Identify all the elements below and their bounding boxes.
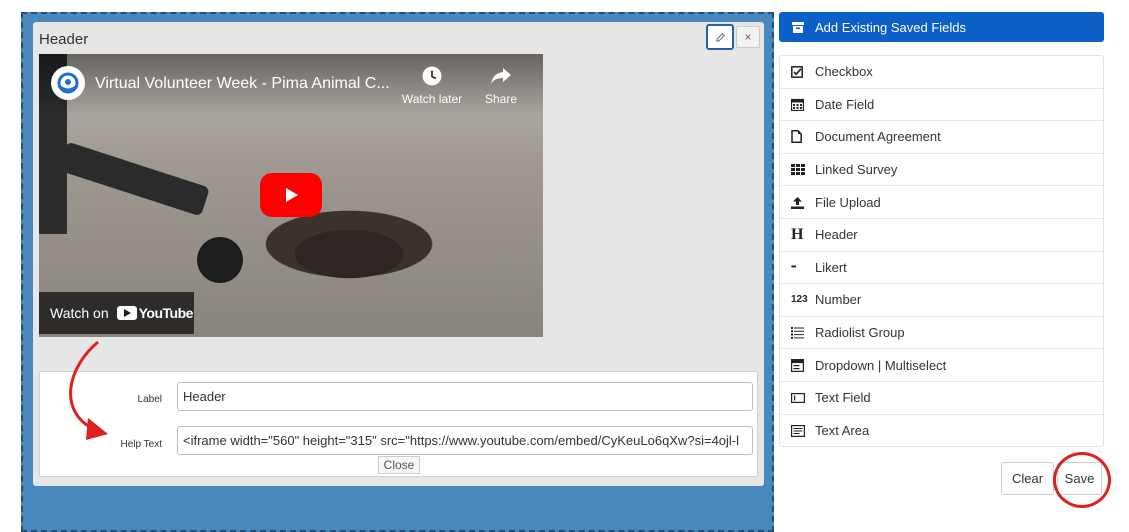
palette-item-label: Dropdown | Multiselect [815,357,947,373]
palette-item-text-field[interactable]: Text Field [780,382,1103,415]
palette-item-label: Document Agreement [815,129,941,145]
label-caption: Label [137,394,162,405]
palette-item-label: Likert [815,259,847,275]
close-settings-button[interactable]: Close [378,456,420,474]
play-button[interactable] [260,173,322,217]
palette-item-date-field[interactable]: Date Field [780,89,1103,122]
palette-item-label: File Upload [815,194,881,210]
channel-avatar[interactable] [51,66,85,100]
help-text-caption: Help Text [120,439,162,450]
grid-icon [791,164,805,176]
watch-later-label: Watch later [401,92,463,106]
upload-icon [791,196,804,209]
help-text-input[interactable]: <iframe width="560" height="315" src="ht… [177,426,753,455]
clear-button[interactable]: Clear [1001,462,1054,495]
number-icon: 123 [791,294,808,306]
youtube-logo: YouTube [116,305,194,321]
palette-item-document-agreement[interactable]: Document Agreement [780,121,1103,154]
palette-item-label: Date Field [815,96,875,112]
palette-item-likert[interactable]: ••• Likert [780,252,1103,285]
edit-field-button[interactable] [706,24,734,50]
document-icon [791,130,802,144]
watch-later-button[interactable]: Watch later [397,64,467,106]
palette-item-number[interactable]: 123 Number [780,284,1103,317]
palette-item-label: Radiolist Group [815,325,905,341]
ellipsis-icon: ••• [791,263,796,271]
form-canvas: Header × Virtual Volunteer Week - Pima A… [21,12,774,532]
field-settings-panel: Label Header Help Text <iframe width="56… [39,371,758,477]
pencil-icon [715,32,725,42]
field-type-palette: Checkbox Date Field Document Agreement L… [779,55,1104,447]
palette-item-header[interactable]: H Header [780,219,1103,252]
palette-item-label: Header [815,227,858,243]
header-field-card[interactable]: Header × Virtual Volunteer Week - Pima A… [33,22,764,486]
field-title: Header [39,31,89,48]
checkbox-icon [791,65,803,78]
channel-logo-icon [57,72,79,94]
palette-item-dropdown-multiselect[interactable]: Dropdown | Multiselect [780,349,1103,382]
palette-item-label: Checkbox [815,64,873,80]
watch-on-youtube-button[interactable]: Watch on YouTube [39,292,194,334]
share-button[interactable]: Share [479,64,523,106]
palette-item-checkbox[interactable]: Checkbox [780,56,1103,89]
youtube-logo-icon [116,306,137,320]
share-label: Share [484,92,518,106]
palette-item-label: Number [815,292,862,308]
palette-item-label: Text Area [815,423,870,439]
share-arrow-icon [491,68,511,84]
add-existing-label: Add Existing Saved Fields [815,19,967,35]
youtube-wordmark: YouTube [138,305,194,321]
save-button[interactable]: Save [1057,462,1102,495]
palette-item-file-upload[interactable]: File Upload [780,186,1103,219]
remove-field-button[interactable]: × [736,26,760,48]
palette-item-linked-survey[interactable]: Linked Survey [780,154,1103,187]
palette-item-radiolist-group[interactable]: Radiolist Group [780,317,1103,350]
play-icon [286,188,298,202]
add-existing-saved-fields-button[interactable]: Add Existing Saved Fields [779,12,1104,42]
calendar-icon [791,98,804,111]
dropdown-icon [791,358,804,372]
youtube-embed[interactable]: Virtual Volunteer Week - Pima Animal C..… [39,54,543,337]
watch-on-label: Watch on [50,305,109,321]
palette-item-label: Linked Survey [815,162,898,178]
archive-icon [792,21,804,33]
video-title[interactable]: Virtual Volunteer Week - Pima Animal C..… [95,75,391,93]
header-icon: H [791,225,804,243]
clock-icon [422,66,442,86]
palette-item-label: Text Field [815,390,871,406]
thumbnail-chair-wheel [197,237,243,283]
list-icon [791,326,804,339]
textarea-icon [791,424,805,437]
textfield-icon [791,392,805,403]
label-input[interactable]: Header [177,382,753,411]
palette-item-text-area[interactable]: Text Area [780,415,1103,448]
